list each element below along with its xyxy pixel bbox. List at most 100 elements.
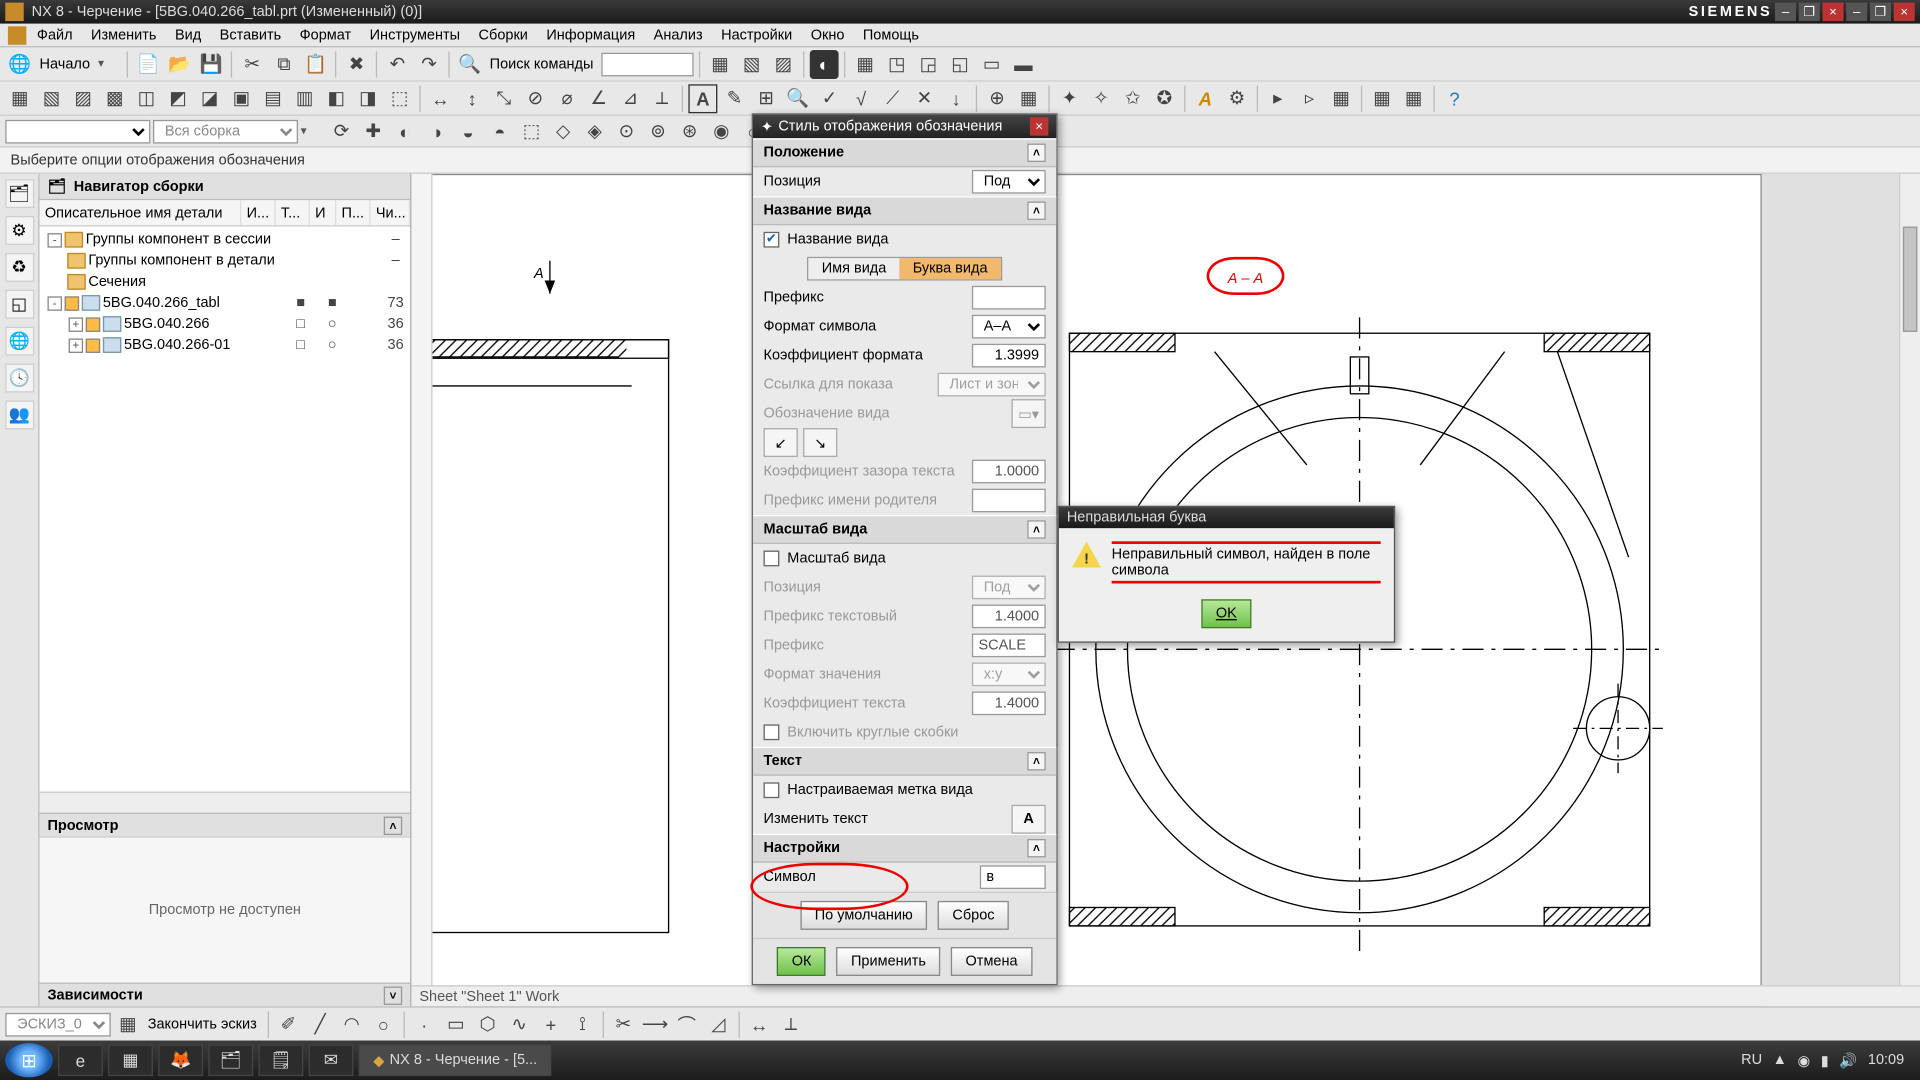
menu-edit[interactable]: Изменить <box>83 24 164 45</box>
dt-34[interactable]: ✧ <box>1087 84 1116 113</box>
open-icon[interactable]: 📂 <box>165 49 194 78</box>
minimize-button[interactable]: – <box>1846 3 1867 21</box>
sect-position-collapse[interactable]: ˄ <box>1027 144 1045 162</box>
toggle-name[interactable]: Имя вида <box>809 258 900 279</box>
dt-1[interactable]: ▦ <box>5 84 34 113</box>
new-icon[interactable]: 📄 <box>134 49 163 78</box>
dt-12[interactable]: ◨ <box>353 84 382 113</box>
scale-checkbox[interactable] <box>764 551 780 567</box>
cut-icon[interactable]: ✂ <box>238 49 267 78</box>
sk-arc-icon[interactable]: ◠ <box>337 1010 366 1039</box>
expand-icon[interactable]: - <box>47 296 62 310</box>
dialog-close-icon[interactable]: × <box>1030 117 1048 135</box>
tray-shield-icon[interactable]: ◉ <box>1798 1052 1811 1069</box>
viewname-checkbox[interactable] <box>764 232 780 248</box>
tb-c[interactable]: ▨ <box>769 49 798 78</box>
col-5[interactable]: Чи... <box>371 200 411 225</box>
rb-web-icon[interactable]: 🌐 <box>5 327 34 356</box>
sect-scale-collapse[interactable]: ˄ <box>1027 520 1045 538</box>
nav-tree[interactable]: -Группы компонент в сессии–Группы компон… <box>40 227 411 792</box>
tray-lang[interactable]: RU <box>1741 1052 1762 1068</box>
tb-j[interactable]: ▬ <box>1009 49 1038 78</box>
ft-7[interactable]: ⬚ <box>517 117 546 146</box>
pos-select[interactable]: Под <box>972 170 1046 194</box>
dt-24[interactable]: ⊞ <box>752 84 781 113</box>
dt-19[interactable]: ∠ <box>584 84 613 113</box>
cancel-button[interactable]: Отмена <box>951 947 1032 976</box>
ft-11[interactable]: ⊚ <box>644 117 673 146</box>
dt-17[interactable]: ⊘ <box>521 84 550 113</box>
menu-prefs[interactable]: Настройки <box>713 24 800 45</box>
dt-38[interactable]: ⚙ <box>1222 84 1251 113</box>
delete-icon[interactable]: ✖ <box>342 49 371 78</box>
msg-ok-button[interactable]: OK <box>1201 599 1251 628</box>
vert-scrollbar[interactable] <box>1899 174 1920 985</box>
col-2[interactable]: Т... <box>276 200 310 225</box>
ft-12[interactable]: ⊛ <box>675 117 704 146</box>
sk-circle-icon[interactable]: ○ <box>369 1010 398 1039</box>
search-icon[interactable]: 🔍 <box>455 49 484 78</box>
dt-37[interactable]: A <box>1191 84 1220 113</box>
tray-net-icon[interactable]: ▮ <box>1821 1052 1829 1069</box>
paste-icon[interactable]: 📋 <box>301 49 330 78</box>
dt-20[interactable]: ⊿ <box>616 84 645 113</box>
tray-time[interactable]: 10:09 <box>1868 1052 1904 1068</box>
ft-1[interactable]: ⟳ <box>327 117 356 146</box>
tree-row[interactable]: Сечения <box>40 271 411 292</box>
dt-41[interactable]: ▦ <box>1327 84 1356 113</box>
tb-active-window[interactable]: ◆NX 8 - Черчение - [5... <box>359 1044 552 1076</box>
dt-23[interactable]: ✎ <box>720 84 749 113</box>
sk-dim-icon[interactable]: ↔ <box>745 1010 774 1039</box>
tb-tc-icon[interactable]: ▦ <box>108 1044 153 1076</box>
arrow-style-2[interactable]: ↘ <box>803 428 837 457</box>
coef-input[interactable] <box>972 344 1046 368</box>
dt-14[interactable]: ↔ <box>426 84 455 113</box>
dt-27[interactable]: √ <box>847 84 876 113</box>
tb-i[interactable]: ▭ <box>977 49 1006 78</box>
row-checkbox[interactable] <box>86 317 101 331</box>
finish-sketch-label[interactable]: Закончить эскиз <box>145 1016 262 1032</box>
tb-h[interactable]: ◱ <box>946 49 975 78</box>
dt-5[interactable]: ◫ <box>132 84 161 113</box>
menu-insert[interactable]: Вставить <box>212 24 289 45</box>
copy-icon[interactable]: ⧉ <box>269 49 298 78</box>
tb-b[interactable]: ▧ <box>737 49 766 78</box>
rb-reuse-icon[interactable]: ♻ <box>5 253 34 282</box>
col-1[interactable]: И... <box>241 200 275 225</box>
dt-21[interactable]: ⟂ <box>647 84 676 113</box>
tb-d[interactable]: ◐ <box>810 49 839 78</box>
restore-inner-button[interactable]: ❐ <box>1799 3 1820 21</box>
ft-3[interactable]: ◐ <box>390 117 419 146</box>
filter-select-1[interactable] <box>5 119 150 143</box>
redo-icon[interactable]: ↷ <box>415 49 444 78</box>
menu-assemblies[interactable]: Сборки <box>471 24 536 45</box>
symbol-input[interactable] <box>980 865 1046 889</box>
ok-button[interactable]: ОК <box>777 947 826 976</box>
tb-e[interactable]: ▦ <box>851 49 880 78</box>
tb-mail-icon[interactable]: ✉ <box>309 1044 354 1076</box>
nav-hscroll[interactable] <box>40 792 411 813</box>
sk-chamf-icon[interactable]: ◿ <box>704 1010 733 1039</box>
tree-row[interactable]: +5BG.040.266□○36 <box>40 313 411 334</box>
ft-8[interactable]: ◇ <box>549 117 578 146</box>
expand-icon[interactable]: + <box>69 338 84 352</box>
sk-fillet-icon[interactable]: ⌒ <box>672 1010 701 1039</box>
dt-40[interactable]: ▹ <box>1295 84 1324 113</box>
tree-row[interactable]: -5BG.040.266_tabl■■73 <box>40 292 411 313</box>
sk-orient-icon[interactable]: ▦ <box>113 1010 142 1039</box>
dt-22[interactable]: A <box>688 84 717 113</box>
sk-poly-icon[interactable]: ⬡ <box>473 1010 502 1039</box>
sk-t1[interactable]: ⟟ <box>568 1010 597 1039</box>
ft-6[interactable]: ◓ <box>485 117 514 146</box>
start-icon[interactable]: 🌐 <box>5 49 34 78</box>
tb-ie-icon[interactable]: e <box>58 1044 103 1076</box>
sk-plus-icon[interactable]: + <box>536 1010 565 1039</box>
custom-label-checkbox[interactable] <box>764 782 780 798</box>
format-select[interactable]: A–A <box>972 315 1046 339</box>
start-dropdown[interactable]: ▾ <box>98 57 122 71</box>
sect-viewname-collapse[interactable]: ˄ <box>1027 202 1045 220</box>
dt-16[interactable]: ⤡ <box>489 84 518 113</box>
undo-icon[interactable]: ↶ <box>383 49 412 78</box>
dt-39[interactable]: ▸ <box>1263 84 1292 113</box>
tb-a[interactable]: ▦ <box>706 49 735 78</box>
